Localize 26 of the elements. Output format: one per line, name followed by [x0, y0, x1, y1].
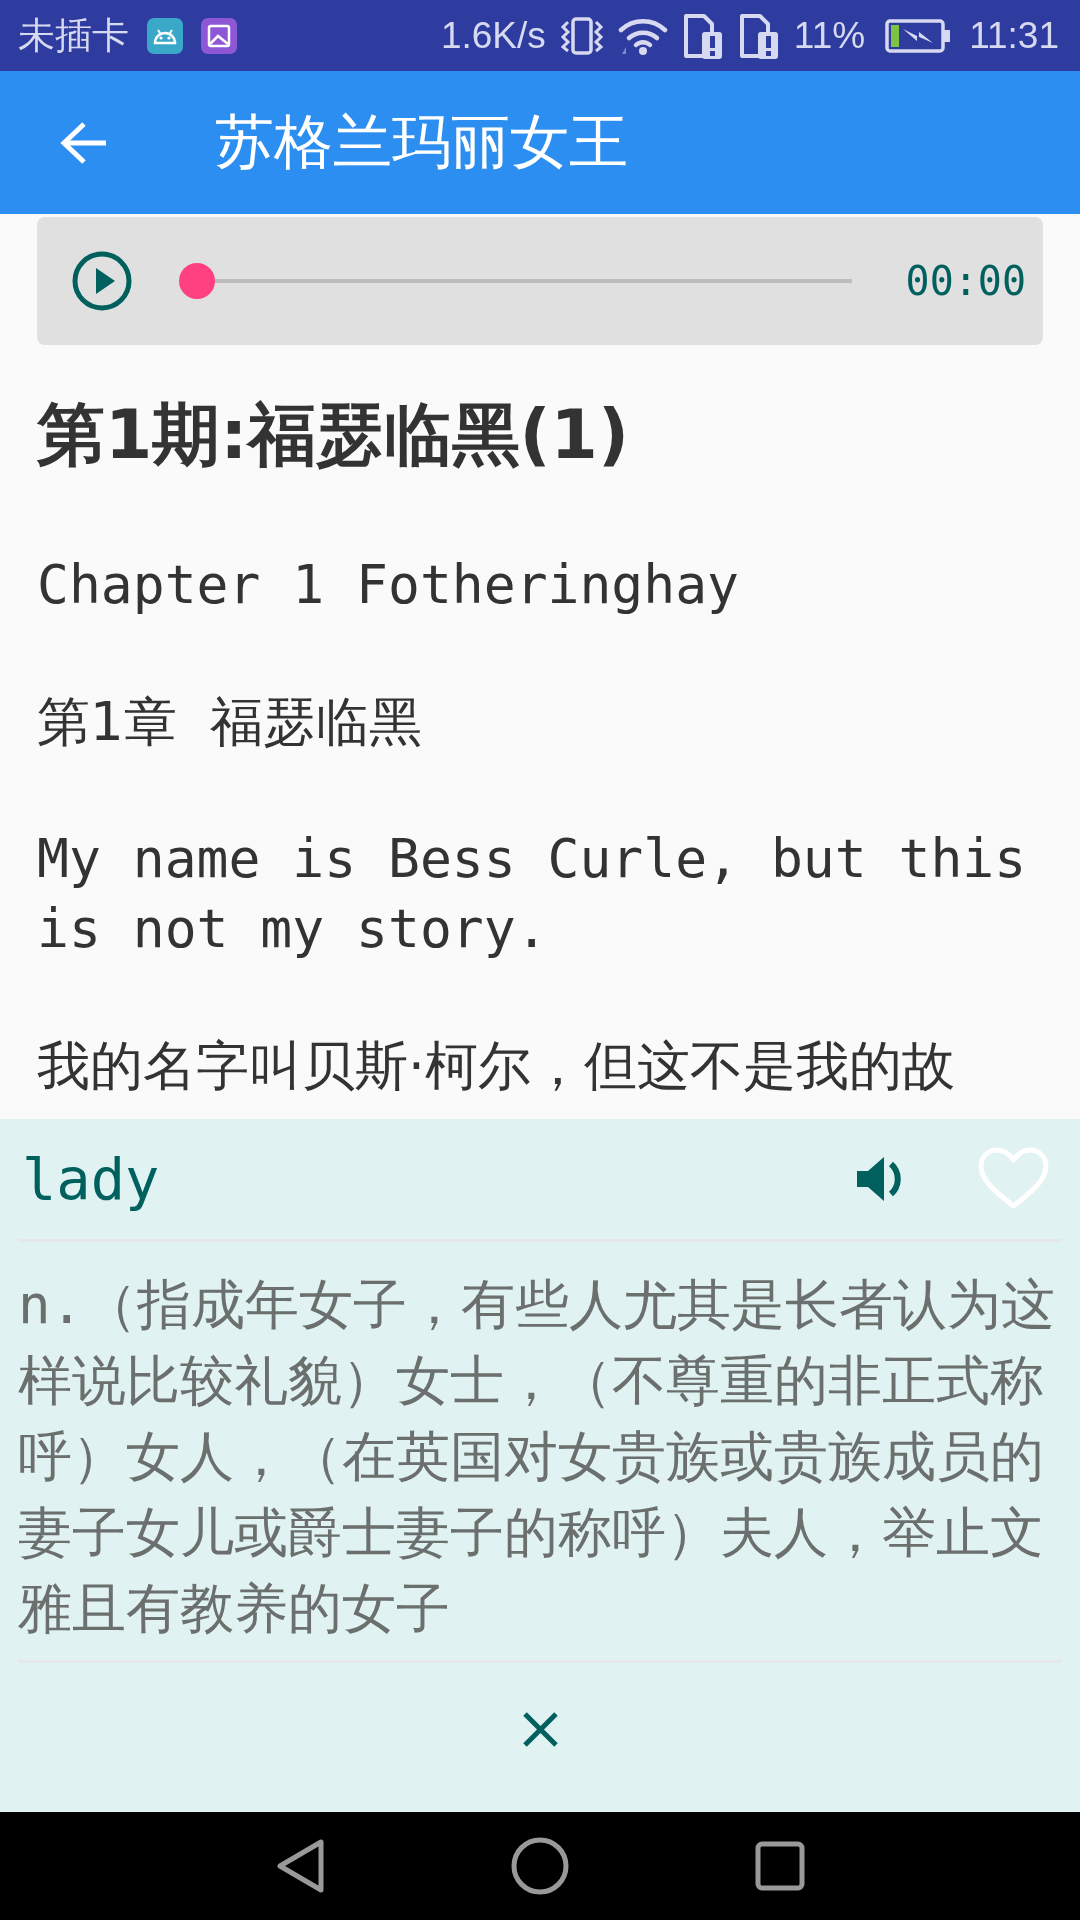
vibrate-icon	[559, 15, 604, 56]
app-title: 苏格兰玛丽女王	[215, 107, 628, 178]
definition-text: n.（指成年女子，有些人尤其是长者认为这样说比较礼貌）女士，（不尊重的非正式称呼）女人，（在英国对女贵族或贵族成员的妻子女儿或爵士妻子的称呼）夫人，举止文雅且有教养的女子	[17, 1272, 1057, 1642]
paragraph: My name is Bess Curle, but this is not my story.	[37, 827, 1028, 961]
battery-icon	[885, 18, 952, 53]
network-speed: 1.6K/s	[440, 14, 546, 58]
paragraph: 第1章 福瑟临黑	[37, 690, 424, 754]
play-icon[interactable]	[72, 251, 132, 311]
back-icon[interactable]	[275, 1838, 325, 1894]
recents-icon[interactable]	[755, 1841, 805, 1891]
paragraph: Chapter 1 Fotheringhay	[37, 553, 740, 617]
android-icon	[147, 17, 183, 54]
sim-card-icon	[737, 11, 780, 60]
seek-bar[interactable]	[179, 263, 852, 299]
slider-thumb[interactable]	[179, 263, 215, 299]
home-icon[interactable]	[511, 1837, 569, 1895]
battery-percent: 11%	[793, 14, 866, 58]
playback-time: 00:00	[905, 257, 1026, 305]
clock: 11:31	[969, 14, 1059, 58]
image-icon	[201, 17, 237, 54]
carrier-label: 未插卡	[18, 14, 129, 58]
paragraph: 我的名字叫贝斯·柯尔，但这不是我的故	[37, 1034, 956, 1098]
chapter-heading: 第1期:福瑟临黑(1)	[37, 394, 630, 476]
word-label: lady	[22, 1144, 160, 1214]
close-icon[interactable]	[521, 1711, 559, 1748]
sim-card-icon	[681, 11, 724, 60]
